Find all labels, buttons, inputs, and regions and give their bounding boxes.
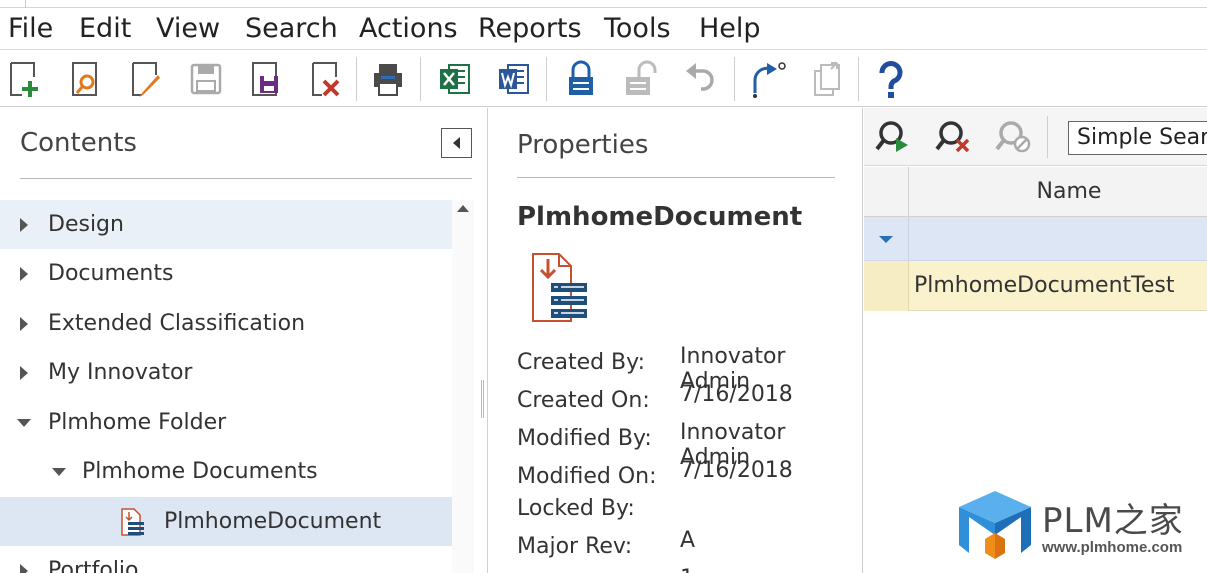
- expand-arrow-icon[interactable]: [0, 266, 48, 281]
- undo-icon[interactable]: [678, 51, 722, 107]
- menu-file[interactable]: File: [8, 12, 53, 46]
- search-toolbar-separator: [1047, 116, 1048, 158]
- tree-node-plmhome-folder[interactable]: Plmhome Folder: [0, 398, 452, 447]
- export-word-icon[interactable]: [492, 51, 536, 107]
- menu-bar: File Edit View Search Actions Reports To…: [0, 8, 1207, 50]
- row-gutter[interactable]: [864, 261, 909, 311]
- promote-icon[interactable]: [745, 51, 789, 107]
- tree-node-label: Extended Classification: [48, 311, 306, 336]
- document-type-large-icon: [529, 251, 591, 329]
- menu-view[interactable]: View: [156, 12, 220, 46]
- tree-node-my-innovator[interactable]: My Innovator: [0, 348, 452, 397]
- criteria-dropdown-icon[interactable]: [879, 235, 893, 243]
- menu-help[interactable]: Help: [699, 12, 761, 46]
- window-tab[interactable]: [0, 0, 26, 8]
- search-toolbar: Simple Search: [864, 108, 1207, 166]
- lock-icon[interactable]: [559, 51, 603, 107]
- toolbar-separator: [420, 57, 421, 101]
- tree-scrollbar[interactable]: [452, 200, 474, 573]
- plmhome-watermark: PLM之家 www.plmhome.com: [955, 489, 1207, 573]
- modified-by-label: Modified By:: [517, 426, 652, 451]
- tree-node-label: Portfolio: [48, 558, 139, 573]
- plmhome-logo-icon: [959, 491, 1031, 559]
- grid-header-gutter: [864, 167, 909, 217]
- clear-search-icon[interactable]: [934, 118, 972, 156]
- menu-reports[interactable]: Reports: [478, 12, 582, 46]
- properties-divider: [517, 177, 835, 178]
- created-on-label: Created On:: [517, 388, 650, 413]
- save-icon[interactable]: [183, 51, 227, 107]
- main-toolbar: [0, 51, 1207, 107]
- tree-node-label: PlmhomeDocument: [164, 509, 382, 534]
- document-type-icon: [118, 507, 164, 537]
- watermark-brand: PLM之家: [1042, 501, 1184, 541]
- grid-header: Name: [864, 167, 1207, 217]
- search-criteria-row[interactable]: [864, 217, 1207, 261]
- tree-node-design[interactable]: Design: [0, 200, 452, 249]
- major-rev-label: Major Rev:: [517, 534, 633, 559]
- contents-divider: [20, 178, 472, 179]
- scroll-up-arrow-icon[interactable]: [457, 205, 469, 212]
- revise-icon[interactable]: [805, 51, 849, 107]
- new-item-icon[interactable]: [3, 51, 47, 107]
- menu-edit[interactable]: Edit: [79, 12, 131, 46]
- toolbar-separator: [356, 57, 357, 101]
- item-type-name: PlmhomeDocument: [517, 202, 803, 232]
- properties-panel: Properties PlmhomeDocument Created By: I…: [489, 108, 863, 573]
- menu-search[interactable]: Search: [245, 12, 338, 46]
- modified-on-label: Modified On:: [517, 464, 657, 489]
- save-unlock-close-icon[interactable]: [243, 51, 287, 107]
- toolbar-separator: [546, 57, 547, 101]
- contents-tree: Design Documents Extended Classification…: [0, 200, 452, 573]
- created-on-value: 7/16/2018: [680, 382, 793, 407]
- search-mode-select[interactable]: Simple Search: [1068, 121, 1207, 155]
- expand-arrow-icon[interactable]: [0, 365, 48, 380]
- collapse-arrow-icon[interactable]: [0, 418, 48, 427]
- run-search-icon[interactable]: [874, 118, 912, 156]
- toolbar-separator: [858, 57, 859, 101]
- cancel-search-icon[interactable]: [994, 118, 1032, 156]
- unlock-icon[interactable]: [617, 51, 661, 107]
- collapse-arrow-icon[interactable]: [48, 467, 82, 476]
- search-criteria-gutter[interactable]: [864, 217, 909, 261]
- help-icon[interactable]: [869, 51, 913, 107]
- tree-node-label: Documents: [48, 261, 174, 286]
- major-rev-value: A: [680, 528, 696, 553]
- tree-node-label: My Innovator: [48, 360, 193, 385]
- chevron-left-icon: [453, 137, 460, 149]
- print-icon[interactable]: [366, 51, 410, 107]
- expand-arrow-icon[interactable]: [0, 217, 48, 232]
- watermark-url: www.plmhome.com: [1042, 539, 1183, 556]
- menu-tools[interactable]: Tools: [604, 12, 671, 46]
- view-item-icon[interactable]: [63, 51, 107, 107]
- tree-node-portfolio[interactable]: Portfolio: [0, 546, 452, 573]
- properties-title: Properties: [517, 130, 649, 160]
- table-row[interactable]: PlmhomeDocumentTest: [864, 261, 1207, 311]
- tree-node-label: Plmhome Documents: [82, 459, 318, 484]
- modified-on-value: 7/16/2018: [680, 458, 793, 483]
- tree-node-extended-classification[interactable]: Extended Classification: [0, 299, 452, 348]
- tree-node-plmhomedocument[interactable]: PlmhomeDocument: [0, 497, 452, 546]
- delete-icon[interactable]: [303, 51, 347, 107]
- tree-node-plmhome-documents[interactable]: Plmhome Documents: [0, 447, 452, 496]
- toolbar-separator: [734, 57, 735, 101]
- tree-node-label: Plmhome Folder: [48, 410, 227, 435]
- expand-arrow-icon[interactable]: [0, 563, 48, 573]
- column-header-name[interactable]: Name: [910, 167, 1207, 217]
- locked-by-label: Locked By:: [517, 496, 635, 521]
- edit-item-icon[interactable]: [123, 51, 167, 107]
- created-by-label: Created By:: [517, 350, 645, 375]
- contents-panel: Contents Design Documents Extended Class…: [0, 108, 488, 573]
- panel-splitter-handle[interactable]: [481, 380, 484, 418]
- expand-arrow-icon[interactable]: [0, 316, 48, 331]
- tree-node-label: Design: [48, 212, 124, 237]
- menu-actions[interactable]: Actions: [359, 12, 458, 46]
- tree-node-documents[interactable]: Documents: [0, 249, 452, 298]
- cell-name[interactable]: PlmhomeDocumentTest: [914, 261, 1174, 311]
- collapse-panel-button[interactable]: [441, 128, 472, 158]
- contents-title: Contents: [20, 128, 137, 158]
- next-property-value: 1: [680, 566, 694, 573]
- export-excel-icon[interactable]: [433, 51, 477, 107]
- window-title-strip: [0, 0, 1207, 8]
